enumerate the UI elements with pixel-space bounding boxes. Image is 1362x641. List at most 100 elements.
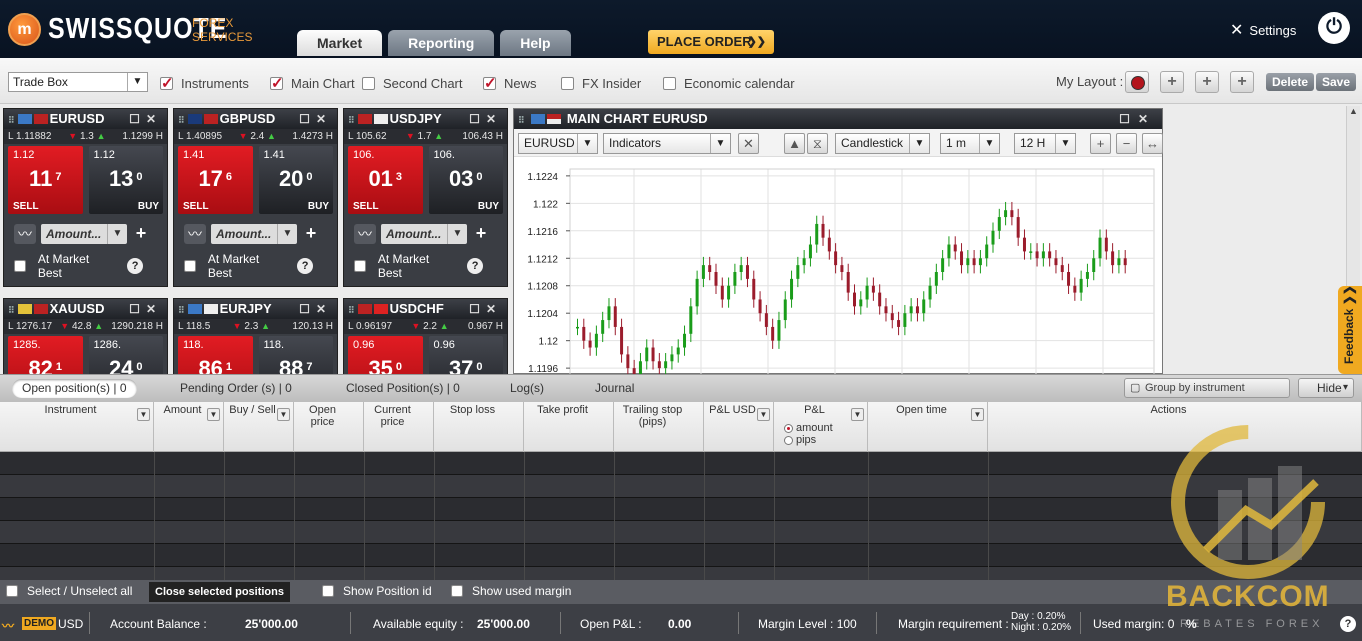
amount-select[interactable]: Amount... ▼ — [381, 223, 467, 244]
maximize-icon[interactable]: ☐ — [1119, 112, 1138, 126]
col-actions[interactable]: Actions — [988, 402, 1362, 452]
maximize-icon[interactable]: ☐ — [129, 112, 146, 126]
maximize-icon[interactable]: ☐ — [129, 302, 146, 316]
buy-button[interactable]: 118.887BUY — [258, 336, 333, 374]
close-selected-button[interactable]: Close selected positions — [149, 582, 290, 602]
sort-icon[interactable]: ▼ — [277, 408, 290, 421]
buy-button[interactable]: 1.41 20 0 BUY — [258, 146, 333, 214]
tab-pending-orders[interactable]: Pending Order (s) | 0 — [180, 379, 292, 398]
buy-button[interactable]: 1286.240BUY — [88, 336, 163, 374]
help-icon[interactable]: ? — [297, 258, 313, 274]
chart-wave-icon[interactable]: 〰 — [354, 223, 376, 244]
tile-header[interactable]: ⠿ XAUUSD ☐✕ — [4, 299, 167, 319]
tile-header[interactable]: ⠿ EURUSD ☐✕ — [4, 109, 167, 129]
sort-icon[interactable]: ▼ — [851, 408, 864, 421]
tab-logs[interactable]: Log(s) — [510, 379, 544, 398]
add-icon[interactable]: + — [472, 223, 490, 244]
help-icon[interactable]: ? — [1340, 616, 1356, 632]
amount-select[interactable]: Amount... ▼ — [41, 223, 127, 244]
sell-button[interactable]: 0.96350SELL — [348, 336, 423, 374]
grip-icon[interactable]: ⠿ — [8, 305, 15, 315]
tradebox-select[interactable]: Trade Box ▼ — [8, 72, 148, 92]
sell-button[interactable]: 106. 01 3 SELL — [348, 146, 423, 214]
tab-journal[interactable]: Journal — [595, 379, 634, 398]
market-best-checkbox[interactable] — [184, 260, 196, 272]
col-p-l[interactable]: P&L ▼ amount pips — [774, 402, 868, 452]
sort-icon[interactable]: ▼ — [207, 408, 220, 421]
group-by-instrument-button[interactable]: ▢ Group by instrument — [1124, 378, 1290, 398]
add-icon[interactable]: + — [132, 223, 150, 244]
check-instruments[interactable]: Instruments — [160, 74, 249, 92]
interval-select[interactable]: 1 m ▼ — [940, 133, 1000, 154]
tab-market[interactable]: Market — [297, 30, 383, 56]
col-current-price[interactable]: Current price — [364, 402, 434, 452]
check-news[interactable]: News — [483, 74, 537, 92]
indicators-select[interactable]: Indicators ▼ — [603, 133, 731, 154]
close-icon[interactable]: ✕ — [316, 112, 332, 126]
layout-add-button-3[interactable]: + — [1230, 71, 1254, 93]
sort-icon[interactable]: ▼ — [137, 408, 150, 421]
show-used-margin-check[interactable]: Show used margin — [451, 584, 571, 598]
chart-header[interactable]: ⠿ MAIN CHART EURUSD ☐✕ — [514, 109, 1162, 129]
sell-button[interactable]: 118.861SELL — [178, 336, 253, 374]
select-all-check[interactable]: Select / Unselect all — [6, 584, 132, 598]
chart-wave-icon[interactable]: 〰 — [14, 223, 36, 244]
tools-icon[interactable]: ✕ — [738, 133, 759, 154]
scroll-up-icon[interactable]: ▲ — [1347, 106, 1360, 116]
close-icon[interactable]: ✕ — [1138, 112, 1156, 126]
checkbox[interactable] — [160, 74, 174, 92]
candlestick-chart[interactable]: 1.1224 1.122 1.1216 1.1212 1.1208 1.1204 1.12 1… — [514, 157, 1164, 374]
maximize-icon[interactable]: ☐ — [299, 302, 316, 316]
layout-record-button[interactable] — [1125, 71, 1149, 93]
col-p-l-usd[interactable]: P&L USD ▼ — [704, 402, 774, 452]
chart-symbol-select[interactable]: EURUSD ▼ — [518, 133, 598, 154]
sort-icon[interactable]: ▼ — [757, 408, 770, 421]
buy-button[interactable]: 0.96370BUY — [428, 336, 503, 374]
chart-wave-icon[interactable]: 〰 — [184, 223, 206, 244]
tab-help[interactable]: Help — [500, 30, 571, 56]
chart-plot[interactable]: 1.1224 1.122 1.1216 1.1212 1.1208 1.1204 1.12 1… — [514, 157, 1164, 374]
hide-button[interactable]: Hide ▾ — [1298, 378, 1354, 398]
layout-add-button-2[interactable]: + — [1195, 71, 1219, 93]
col-take-profit[interactable]: Take profit — [524, 402, 614, 452]
chart-image-icon[interactable]: ▲ — [784, 133, 805, 154]
settings-button[interactable]: ✕ Settings — [1230, 20, 1296, 40]
maximize-icon[interactable]: ☐ — [469, 302, 486, 316]
tile-header[interactable]: ⠿ USDCHF ☐✕ — [344, 299, 507, 319]
maximize-icon[interactable]: ☐ — [469, 112, 486, 126]
grip-icon[interactable]: ⠿ — [178, 115, 185, 125]
grip-icon[interactable]: ⠿ — [8, 115, 15, 125]
close-icon[interactable]: ✕ — [316, 302, 332, 316]
checkbox[interactable] — [561, 77, 574, 90]
market-best-checkbox[interactable] — [354, 260, 366, 272]
sell-button[interactable]: 1.41 17 6 SELL — [178, 146, 253, 214]
tab-open-positions[interactable]: Open position(s) | 0 — [12, 379, 137, 398]
show-position-id-check[interactable]: Show Position id — [322, 584, 432, 598]
zoom-out-icon[interactable]: − — [1116, 133, 1137, 154]
add-icon[interactable]: + — [302, 223, 320, 244]
chart-type-select[interactable]: Candlestick ▼ — [835, 133, 930, 154]
col-open-time[interactable]: Open time ▼ — [868, 402, 988, 452]
market-best-checkbox[interactable] — [14, 260, 26, 272]
tile-header[interactable]: ⠿ EURJPY ☐✕ — [174, 299, 337, 319]
close-icon[interactable]: ✕ — [146, 112, 162, 126]
buy-button[interactable]: 106. 03 0 BUY — [428, 146, 503, 214]
range-select[interactable]: 12 H ▼ — [1014, 133, 1076, 154]
maximize-icon[interactable]: ☐ — [299, 112, 316, 126]
checkbox[interactable] — [322, 585, 334, 597]
grip-icon[interactable]: ⠿ — [348, 305, 355, 315]
grip-icon[interactable]: ⠿ — [348, 115, 355, 125]
tab-closed-positions[interactable]: Closed Position(s) | 0 — [346, 379, 460, 398]
check-economic-calendar[interactable]: Economic calendar — [663, 76, 795, 91]
delete-layout-button[interactable]: Delete — [1266, 73, 1315, 91]
sell-button[interactable]: 1.12 11 7 SELL — [8, 146, 83, 214]
checkbox[interactable] — [270, 74, 284, 92]
checkbox[interactable] — [663, 77, 676, 90]
close-icon[interactable]: ✕ — [146, 302, 162, 316]
checkbox[interactable] — [362, 77, 375, 90]
check-main-chart[interactable]: Main Chart — [270, 74, 355, 92]
checkbox[interactable] — [483, 74, 497, 92]
close-icon[interactable]: ✕ — [486, 302, 502, 316]
layout-add-button-1[interactable]: + — [1160, 71, 1184, 93]
amount-select[interactable]: Amount... ▼ — [211, 223, 297, 244]
